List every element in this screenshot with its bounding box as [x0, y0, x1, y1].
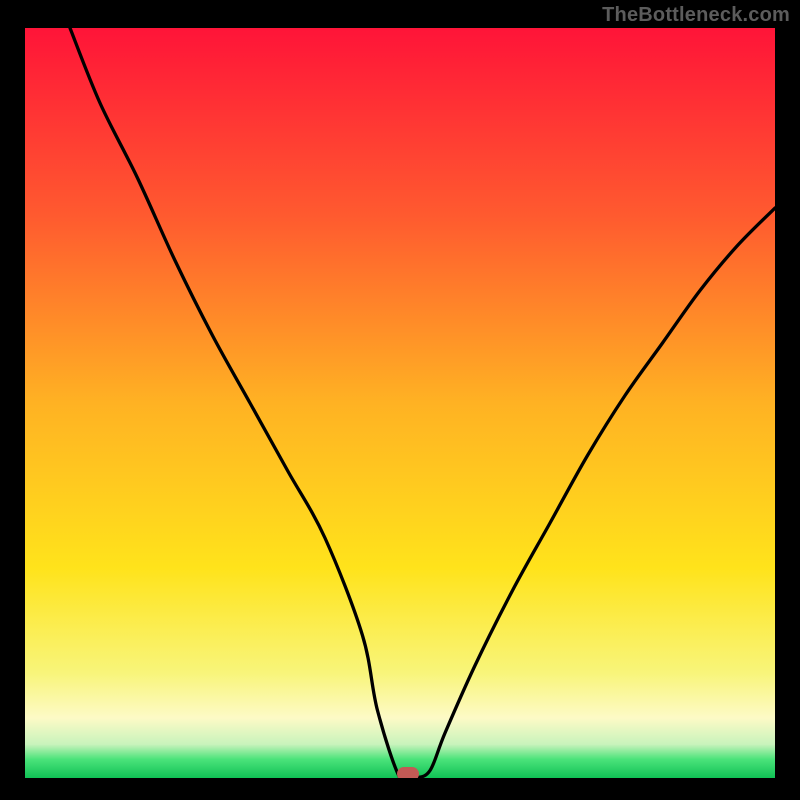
chart-svg — [25, 28, 775, 778]
watermark-text: TheBottleneck.com — [602, 4, 790, 27]
chart-stage: TheBottleneck.com — [0, 0, 800, 800]
plot-area — [25, 28, 775, 778]
minimum-marker — [397, 767, 419, 778]
gradient-background — [25, 28, 775, 778]
